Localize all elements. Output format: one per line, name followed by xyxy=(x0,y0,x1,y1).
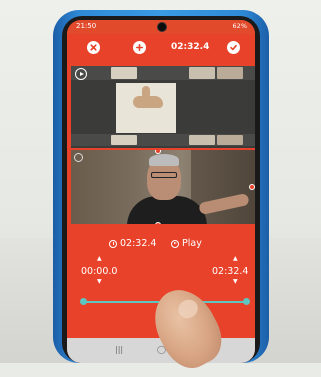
person-glasses xyxy=(151,172,177,178)
thumbnail xyxy=(111,135,137,145)
end-time-increase-icon[interactable]: ▲ xyxy=(233,256,238,262)
close-icon xyxy=(90,44,97,51)
play-button[interactable]: Play xyxy=(171,238,202,249)
film-strip-top xyxy=(71,66,255,80)
clip-select-indicator[interactable] xyxy=(74,153,83,162)
close-button[interactable] xyxy=(87,41,100,54)
battery-percentage: 62% xyxy=(232,22,247,30)
play-label: Play xyxy=(182,238,202,249)
crop-handle-right[interactable] xyxy=(249,184,255,190)
thumbnail xyxy=(189,135,215,145)
clip-top-preview[interactable] xyxy=(71,66,255,148)
crop-handle-bottom[interactable] xyxy=(155,222,161,224)
total-duration: 02:32.4 xyxy=(171,42,210,52)
clip-play-icon[interactable] xyxy=(75,68,87,80)
hand-thumb-image xyxy=(142,86,150,99)
front-camera xyxy=(157,22,167,32)
status-bar: 21:50 62% xyxy=(67,20,255,34)
film-strip-bottom xyxy=(71,134,255,146)
add-button[interactable] xyxy=(133,41,146,54)
duration-display: 02:32.4 xyxy=(109,238,156,249)
trim-end-time[interactable]: 02:32.4 xyxy=(212,266,248,277)
trim-start-time[interactable]: 00:00.0 xyxy=(81,266,117,277)
crop-handle-top[interactable] xyxy=(155,150,161,154)
status-time: 21:50 xyxy=(76,22,97,30)
thumbnail xyxy=(217,135,243,145)
duration-text: 02:32.4 xyxy=(120,238,157,249)
clip-bottom-preview[interactable] xyxy=(71,148,255,226)
thumbnail xyxy=(111,67,137,79)
thumbnail xyxy=(217,67,243,79)
trim-start-handle[interactable] xyxy=(80,298,87,305)
editor-toolbar: 02:32.4 xyxy=(67,34,255,60)
play-icon xyxy=(171,239,179,248)
end-time-decrease-icon[interactable]: ▼ xyxy=(233,279,238,285)
confirm-button[interactable] xyxy=(227,41,240,54)
start-time-decrease-icon[interactable]: ▼ xyxy=(97,279,102,285)
recent-apps-icon[interactable]: ||| xyxy=(115,345,123,354)
check-icon xyxy=(230,44,237,51)
plus-icon xyxy=(135,43,144,52)
video-preview-area xyxy=(71,66,255,226)
person-hair xyxy=(149,154,179,166)
time-play-row: 02:32.4 Play xyxy=(67,238,255,252)
trim-end-handle[interactable] xyxy=(243,298,250,305)
start-time-increase-icon[interactable]: ▲ xyxy=(97,256,102,262)
clock-icon xyxy=(109,239,117,248)
thumbnail xyxy=(189,67,215,79)
